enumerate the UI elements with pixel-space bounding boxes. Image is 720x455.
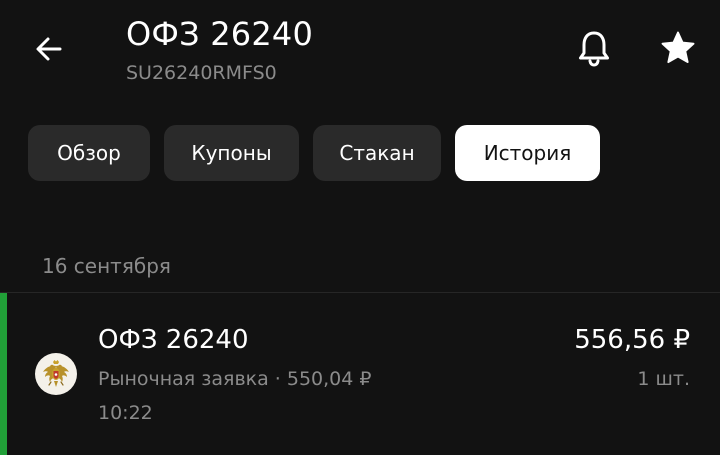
issuer-avatar — [35, 353, 77, 395]
page-title: ОФЗ 26240 — [126, 15, 314, 53]
bell-icon — [579, 31, 609, 67]
transaction-time: 10:22 — [98, 402, 153, 424]
transaction-amount: 556,56 ₽ — [574, 325, 690, 355]
tab-overview[interactable]: Обзор — [28, 125, 150, 181]
buy-accent-bar — [0, 293, 7, 455]
tab-order-book[interactable]: Стакан — [313, 125, 441, 181]
transaction-quantity: 1 шт. — [637, 368, 690, 390]
tab-bar: Обзор Купоны Стакан История — [28, 125, 600, 181]
notifications-button[interactable] — [572, 26, 616, 70]
arrow-left-icon — [36, 37, 62, 61]
tab-coupons[interactable]: Купоны — [164, 125, 299, 181]
transaction-detail: Рыночная заявка · 550,04 ₽ — [98, 368, 372, 390]
ticker-code: SU26240RMFS0 — [126, 62, 277, 84]
tab-history[interactable]: История — [455, 125, 600, 181]
header-title-block: ОФЗ 26240 SU26240RMFS0 — [126, 14, 313, 86]
date-group-header: 16 сентября — [42, 254, 171, 278]
bond-history-screen: ОФЗ 26240 SU26240RMFS0 Обзор Купоны Стак… — [0, 0, 720, 455]
back-button[interactable] — [28, 28, 70, 70]
favorite-button[interactable] — [656, 26, 700, 70]
star-icon — [661, 31, 695, 64]
transaction-name: ОФЗ 26240 — [98, 325, 249, 355]
transaction-row[interactable]: ОФЗ 26240 Рыночная заявка · 550,04 ₽ 10:… — [0, 293, 720, 455]
russia-coat-of-arms-icon — [43, 360, 69, 387]
